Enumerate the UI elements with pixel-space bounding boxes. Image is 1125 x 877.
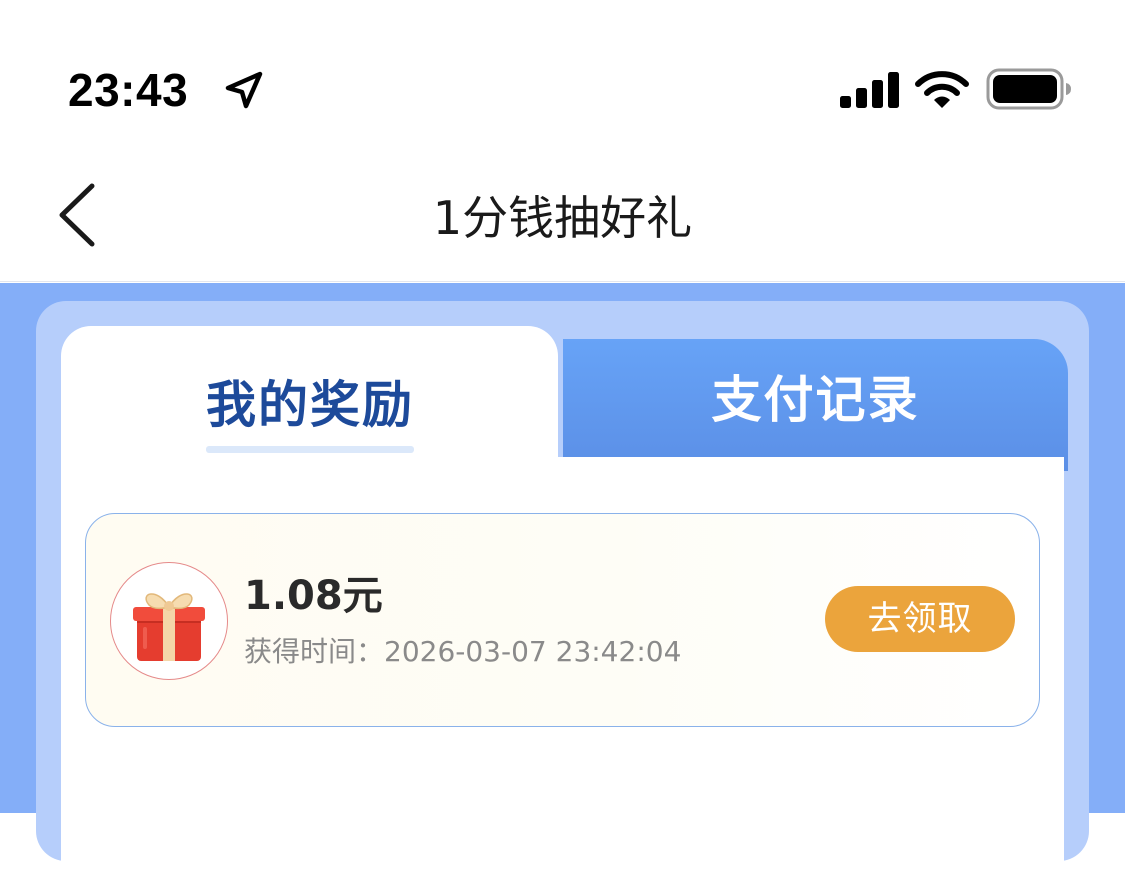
gift-icon [133, 593, 205, 661]
tab-my-rewards-label: 我的奖励 [206, 376, 414, 434]
reward-list-item: 1.08元 获得时间：2026-03-07 23:42:04 去领取 [85, 513, 1040, 727]
battery-icon [986, 68, 1071, 110]
tab-my-rewards[interactable]: 我的奖励 [61, 326, 558, 476]
rewards-panel: 支付记录 我的奖励 1.08元 获得时间：2026-03-07 23:42:04… [36, 301, 1089, 877]
active-tab-indicator [206, 446, 414, 453]
reward-obtained-time: 获得时间：2026-03-07 23:42:04 [244, 635, 682, 668]
main-area: 支付记录 我的奖励 1.08元 获得时间：2026-03-07 23:42:04… [0, 283, 1125, 877]
gift-avatar [110, 562, 228, 680]
reward-amount: 1.08元 [244, 573, 383, 619]
claim-button[interactable]: 去领取 [825, 586, 1015, 652]
page-title: 1分钱抽好礼 [432, 191, 693, 245]
location-arrow-icon [225, 71, 263, 109]
status-bar: 23:43 [0, 0, 1125, 150]
tab-payment-records[interactable]: 支付记录 [563, 339, 1068, 471]
cellular-signal-icon [840, 72, 899, 108]
tab-payment-records-label: 支付记录 [711, 371, 920, 429]
wifi-icon [915, 71, 969, 108]
nav-bar: 1分钱抽好礼 [0, 150, 1125, 282]
status-time: 23:43 [68, 64, 189, 116]
